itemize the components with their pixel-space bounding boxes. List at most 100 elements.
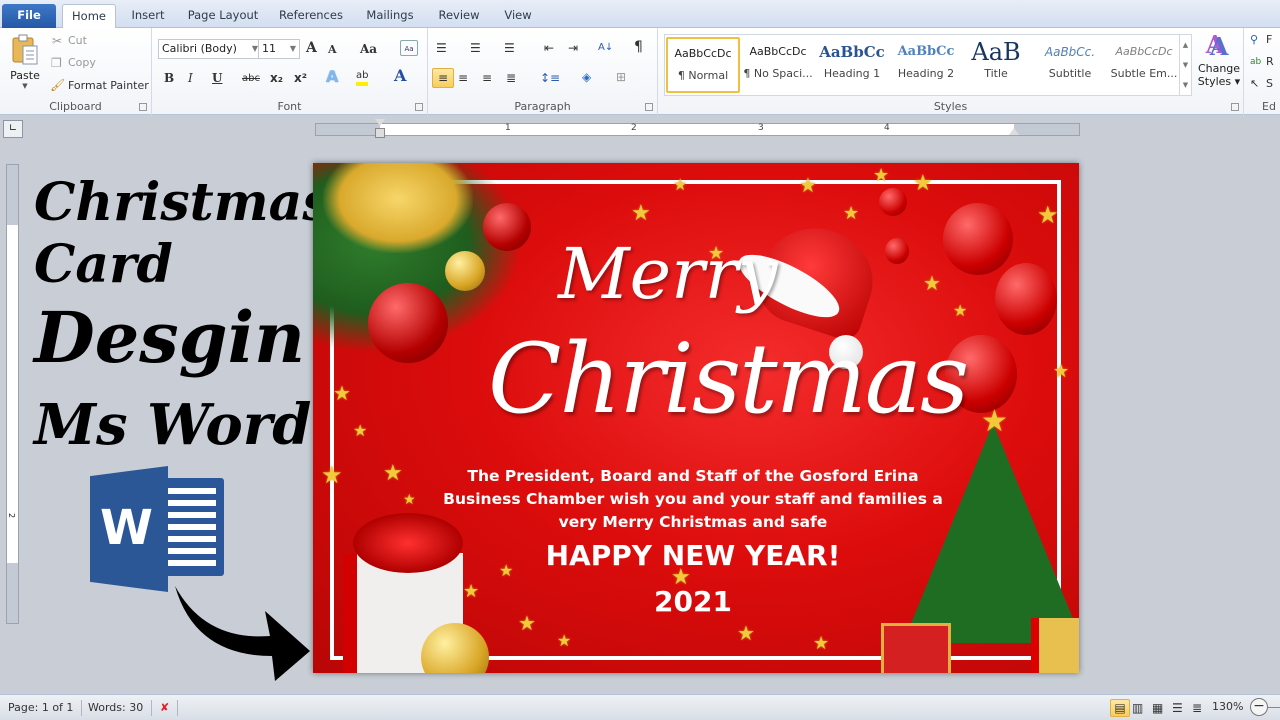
paragraph-dialog-launcher[interactable] — [645, 103, 653, 111]
styles-gallery-scrollbar[interactable]: ▲ ▼ ▼ — [1179, 35, 1191, 95]
font-dialog-launcher[interactable] — [415, 103, 423, 111]
red-ornament-decoration — [995, 263, 1057, 335]
style-subtitle[interactable]: AaBbCc. Subtitle — [1033, 37, 1107, 93]
tab-home[interactable]: Home — [62, 4, 116, 28]
tab-mailings[interactable]: Mailings — [360, 4, 420, 28]
shading-icon[interactable]: ◈ — [582, 69, 591, 85]
borders-icon[interactable]: ⊞ — [616, 69, 626, 85]
superscript-button[interactable]: x² — [294, 70, 307, 86]
justify-button[interactable]: ≣ — [506, 70, 516, 86]
proofing-error-icon[interactable]: ✘ — [152, 700, 179, 716]
scroll-up-icon[interactable]: ▲ — [1180, 35, 1191, 55]
tab-selector-button[interactable]: ∟ — [3, 120, 23, 138]
italic-button[interactable]: I — [188, 70, 193, 86]
styles-dialog-launcher[interactable] — [1231, 103, 1239, 111]
shrink-font-icon[interactable]: A — [328, 42, 337, 58]
font-color-icon[interactable]: A — [394, 68, 406, 84]
web-layout-view-button[interactable]: ▦ — [1152, 700, 1163, 716]
style-no-spacing[interactable]: AaBbCcDc ¶ No Spaci... — [741, 37, 815, 93]
right-margin-area — [1014, 124, 1079, 135]
numbering-icon[interactable]: ☰ — [470, 40, 481, 56]
change-case-icon[interactable]: Aa — [360, 41, 377, 57]
curved-arrow-icon — [175, 586, 310, 681]
copy-icon: ❐ — [51, 56, 62, 70]
line-spacing-icon[interactable]: ↕≡ — [540, 70, 560, 86]
clipboard-dialog-launcher[interactable] — [139, 103, 147, 111]
christmas-card-page[interactable]: ★ ★ ★ ★ ★ ★ ★ ★ ★ ★ ★ ★ ★ ★ ★ ★ ★ ★ ★ ★ … — [313, 163, 1079, 673]
text-effects-icon[interactable]: A — [326, 69, 338, 85]
gold-bow-decoration — [323, 163, 473, 253]
right-indent-marker[interactable] — [1009, 128, 1019, 135]
show-formatting-icon[interactable]: ¶ — [634, 39, 643, 55]
tab-file[interactable]: File — [2, 4, 56, 28]
card-christmas-text: Christmas — [488, 323, 969, 435]
style-normal[interactable]: AaBbCcDc ¶ Normal — [666, 37, 740, 93]
find-button[interactable]: F — [1266, 33, 1272, 46]
chevron-down-icon: ▼ — [289, 44, 296, 53]
style-heading-2[interactable]: AaBbCc Heading 2 — [889, 37, 963, 93]
draft-view-button[interactable]: ≣ — [1192, 700, 1202, 716]
style-title[interactable]: AaB Title — [959, 37, 1033, 93]
paste-dropdown-icon[interactable]: ▼ — [6, 82, 44, 90]
gold-ornament-decoration — [445, 251, 485, 291]
style-preview: AaBbCc. — [1044, 45, 1096, 59]
paste-button[interactable]: Paste ▼ — [6, 32, 44, 94]
grow-font-icon[interactable]: A — [306, 40, 317, 56]
highlight-icon[interactable]: ab — [356, 69, 369, 86]
tab-page-layout[interactable]: Page Layout — [184, 4, 262, 28]
red-ornament-decoration — [368, 283, 448, 363]
clear-formatting-icon[interactable]: Aa — [400, 40, 418, 56]
multilevel-list-icon[interactable]: ☰ — [504, 40, 515, 56]
gallery-more-icon[interactable]: ▼ — [1180, 75, 1191, 95]
strikethrough-button[interactable]: abc — [242, 71, 260, 87]
style-heading-1[interactable]: AaBbCc Heading 1 — [815, 37, 889, 93]
sort-icon[interactable]: A↓ — [598, 40, 613, 56]
font-size-combo[interactable]: 11 ▼ — [258, 39, 300, 59]
card-happy-new-year-text: HAPPY NEW YEAR! — [545, 539, 841, 572]
outline-view-button[interactable]: ☰ — [1172, 700, 1183, 716]
copy-button[interactable]: Copy — [68, 56, 96, 69]
zoom-slider[interactable] — [1268, 707, 1280, 708]
increase-indent-icon[interactable]: ⇥ — [568, 40, 578, 56]
style-subtle-emphasis[interactable]: AaBbCcDc Subtle Em... — [1107, 37, 1181, 93]
page-count-status[interactable]: Page: 1 of 1 — [0, 700, 83, 716]
underline-button[interactable]: U — [212, 70, 222, 86]
align-right-button[interactable]: ≡ — [482, 70, 492, 86]
bullets-icon[interactable]: ☰ — [436, 40, 447, 56]
vertical-ruler[interactable]: 2 — [6, 164, 19, 624]
print-layout-view-button[interactable]: ▤ — [1110, 699, 1130, 717]
style-name: Heading 2 — [897, 67, 955, 80]
style-name: Title — [984, 67, 1008, 80]
word-count-status[interactable]: Words: 30 — [80, 700, 153, 716]
word-logo-lines — [168, 488, 216, 568]
first-line-indent-marker[interactable] — [375, 119, 385, 126]
scroll-down-icon[interactable]: ▼ — [1180, 55, 1191, 75]
clipboard-group: Paste ▼ ✂ Cut ❐ Copy 🖌 Format Painter Cl… — [0, 28, 152, 115]
font-size-value: 11 — [262, 42, 276, 55]
bold-button[interactable]: B — [164, 70, 174, 86]
tab-review[interactable]: Review — [434, 4, 484, 28]
zoom-level[interactable]: 130% — [1212, 700, 1243, 713]
full-screen-reading-view-button[interactable]: ▥ — [1132, 700, 1143, 716]
ruler-number: 1 — [505, 123, 511, 133]
align-left-button[interactable]: ≡ — [432, 68, 454, 88]
hanging-indent-marker[interactable] — [375, 128, 385, 138]
cut-button[interactable]: Cut — [68, 34, 87, 47]
style-name: Heading 1 — [823, 67, 881, 80]
tab-references[interactable]: References — [276, 4, 346, 28]
tab-insert[interactable]: Insert — [124, 4, 172, 28]
replace-button[interactable]: R — [1266, 55, 1274, 68]
subscript-button[interactable]: x₂ — [270, 70, 283, 86]
overlay-title-line-3: Desgin — [34, 296, 306, 379]
red-ornament-decoration — [879, 188, 907, 216]
decrease-indent-icon[interactable]: ⇤ — [544, 40, 554, 56]
change-styles-button[interactable]: A Change Styles ▾ — [1196, 32, 1242, 98]
font-name-combo[interactable]: Calibri (Body) ▼ — [158, 39, 262, 59]
align-center-button[interactable]: ≡ — [458, 70, 468, 86]
horizontal-ruler[interactable]: 1 2 3 4 — [315, 119, 1080, 138]
tab-view[interactable]: View — [498, 4, 538, 28]
select-button[interactable]: S — [1266, 77, 1273, 90]
format-painter-button[interactable]: Format Painter — [68, 79, 149, 92]
zoom-out-button[interactable]: − — [1250, 698, 1268, 716]
document-workspace: ∟ 1 2 3 4 2 Christmas Card Desgin Ms Wor… — [0, 116, 1280, 694]
